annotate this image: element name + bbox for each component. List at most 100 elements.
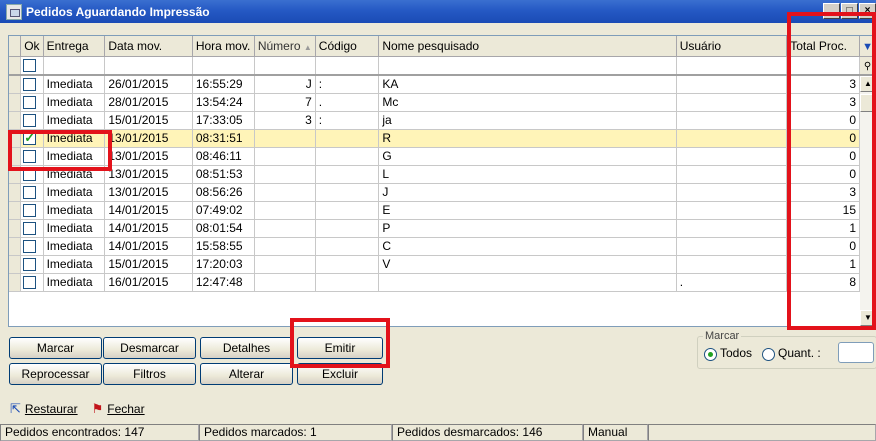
row-ok-cell[interactable] (20, 183, 44, 202)
table-row[interactable]: Imediata 13/01/2015 08:51:53 L 0 (9, 165, 876, 184)
restaurar-link[interactable]: ⇱ Restaurar (10, 401, 78, 417)
row-indicator[interactable] (9, 183, 22, 202)
quant-input[interactable] (838, 342, 874, 363)
detalhes-label: Detalhes (222, 341, 271, 355)
cell-numero (254, 273, 316, 292)
row-ok-cell[interactable] (20, 273, 44, 292)
row-indicator[interactable] (9, 273, 22, 292)
detalhes-button[interactable]: Detalhes (200, 337, 293, 359)
table-row[interactable]: Imediata 14/01/2015 07:49:02 E 15 (9, 201, 876, 220)
row-indicator[interactable] (9, 75, 22, 94)
row-checkbox[interactable] (23, 78, 37, 92)
row-checkbox[interactable] (23, 114, 37, 128)
table-row[interactable]: Imediata 14/01/2015 15:58:55 C 0 (9, 237, 876, 256)
row-checkbox[interactable] (23, 258, 37, 272)
reprocessar-button[interactable]: Reprocessar (9, 363, 102, 385)
row-indicator[interactable] (9, 219, 22, 238)
header-numero[interactable]: Número ▲ (254, 36, 316, 57)
filter-codigo[interactable] (315, 56, 380, 76)
reprocessar-label: Reprocessar (21, 367, 90, 381)
row-ok-cell[interactable] (20, 201, 44, 220)
desmarcar-todos-button[interactable]: Desmarcar todos (103, 337, 196, 375)
filter-usuario[interactable] (676, 56, 788, 76)
row-ok-cell[interactable] (20, 111, 44, 130)
restaurar-label: Restaurar (24, 402, 78, 416)
fechar-link[interactable]: ⚑ Fechar (92, 401, 145, 417)
window-title: Pedidos Aguardando Impressão (26, 4, 210, 19)
row-ok-cell[interactable] (20, 93, 44, 112)
cell-usuario (676, 75, 788, 94)
row-checkbox[interactable] (23, 276, 37, 290)
cell-usuario (676, 165, 788, 184)
row-checkbox[interactable] (23, 222, 37, 236)
filter-nome[interactable] (378, 56, 677, 76)
sort-asc-icon: ▲ (303, 42, 312, 52)
alterar-button[interactable]: Alterar (200, 363, 293, 385)
filter-entrega[interactable] (43, 56, 106, 76)
filter-data[interactable] (104, 56, 193, 76)
cell-hora: 08:56:26 (192, 183, 255, 202)
row-indicator[interactable] (9, 93, 22, 112)
header-row: Ok Entrega Data mov. Hora mov. Número ▲ … (9, 36, 876, 57)
fechar-label: Fechar (107, 402, 145, 416)
filter-ok[interactable] (20, 56, 44, 76)
filter-hora[interactable] (192, 56, 255, 76)
row-indicator[interactable] (9, 237, 22, 256)
table-row[interactable]: Imediata 28/01/2015 13:54:24 7. Mc 3 (9, 93, 876, 112)
cell-data: 13/01/2015 (104, 165, 193, 184)
alterar-label: Alterar (228, 367, 265, 381)
orders-table: Ok Entrega Data mov. Hora mov. Número ▲ … (9, 36, 876, 292)
row-checkbox[interactable] (23, 96, 37, 110)
table-row[interactable]: Imediata 13/01/2015 08:46:11 G 0 (9, 147, 876, 166)
cell-nome: Mc (378, 93, 677, 112)
cell-numero (254, 255, 316, 274)
filter-numero[interactable] (254, 56, 316, 76)
title-bar[interactable]: Pedidos Aguardando Impressão _ □ × (0, 0, 876, 23)
row-ok-cell[interactable] (20, 75, 44, 94)
filtros-button[interactable]: Filtros (103, 363, 196, 385)
table-row[interactable]: Imediata 16/01/2015 12:47:48. 8 (9, 273, 876, 292)
table-row[interactable]: Imediata13/01/201508:31:51R0 (9, 129, 876, 148)
header-ok[interactable]: Ok (20, 36, 44, 57)
row-indicator[interactable] (9, 255, 22, 274)
row-checkbox[interactable] (23, 186, 37, 200)
cell-codigo: : (315, 75, 380, 94)
table-row[interactable]: Imediata 15/01/2015 17:20:03 V 1 (9, 255, 876, 274)
cell-hora: 08:01:54 (192, 219, 255, 238)
quant-radio[interactable] (762, 348, 775, 361)
marcar-button[interactable]: Marcar (9, 337, 102, 359)
quant-label: Quant. : (778, 346, 821, 360)
header-entrega[interactable]: Entrega (43, 36, 106, 57)
row-ok-cell[interactable] (20, 219, 44, 238)
table-row[interactable]: Imediata 15/01/2015 17:33:05 3: ja 0 (9, 111, 876, 130)
table-row[interactable]: Imediata 26/01/2015 16:55:29 J: KA 3 (9, 75, 876, 94)
header-hora-mov[interactable]: Hora mov. (192, 36, 255, 57)
status-modo: Manual (583, 424, 648, 441)
filter-checkbox[interactable] (23, 59, 37, 73)
cell-codigo: . (315, 93, 380, 112)
header-data-mov[interactable]: Data mov. (104, 36, 193, 57)
row-ok-cell[interactable] (20, 237, 44, 256)
row-indicator[interactable] (9, 201, 22, 220)
table-row[interactable]: Imediata 14/01/2015 08:01:54 P 1 (9, 219, 876, 238)
cell-hora: 08:51:53 (192, 165, 255, 184)
cell-data: 26/01/2015 (104, 75, 193, 94)
cell-usuario: . (676, 273, 788, 292)
cell-data: 28/01/2015 (104, 93, 193, 112)
cell-numero: 3 (254, 111, 316, 130)
cell-hora: 08:31:51 (192, 129, 255, 148)
todos-radio[interactable] (704, 348, 717, 361)
row-checkbox[interactable] (23, 240, 37, 254)
table-row[interactable]: Imediata 13/01/2015 08:56:26 J 3 (9, 183, 876, 202)
row-ok-cell[interactable] (20, 255, 44, 274)
cell-hora: 17:33:05 (192, 111, 255, 130)
orders-grid[interactable]: Ok Entrega Data mov. Hora mov. Número ▲ … (8, 35, 876, 327)
cell-data: 13/01/2015 (104, 183, 193, 202)
row-checkbox[interactable] (23, 204, 37, 218)
cell-hora: 16:55:29 (192, 75, 255, 94)
header-usuario[interactable]: Usuário (676, 36, 788, 57)
cell-data: 16/01/2015 (104, 273, 193, 292)
header-codigo[interactable]: Código (315, 36, 380, 57)
row-indicator[interactable] (9, 111, 22, 130)
header-nome-pesquisado[interactable]: Nome pesquisado (378, 36, 677, 57)
